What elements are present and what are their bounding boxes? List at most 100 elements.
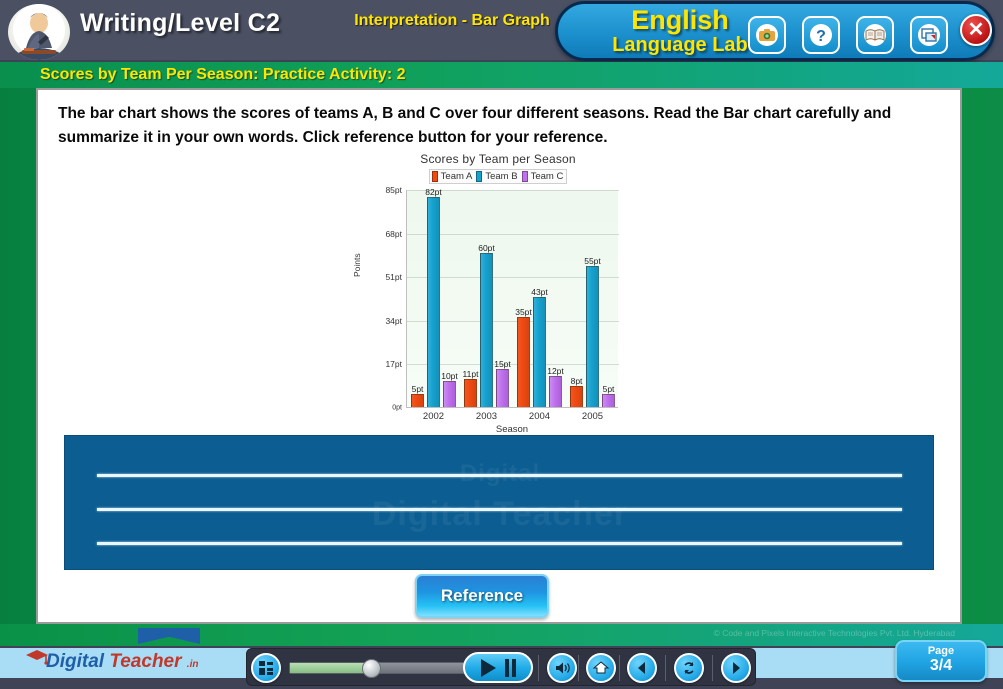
chart-bar-value: 35pt bbox=[515, 307, 532, 318]
play-pause-button[interactable] bbox=[463, 652, 533, 683]
previous-button[interactable] bbox=[627, 653, 657, 683]
help-button[interactable]: ? bbox=[802, 16, 840, 54]
chart-legend-item: Team B bbox=[476, 171, 518, 182]
toolbar-divider bbox=[538, 655, 539, 681]
chart-bar: 11pt bbox=[463, 369, 478, 407]
print-button[interactable] bbox=[910, 16, 948, 54]
chart-x-tick: 2004 bbox=[528, 411, 551, 422]
progress-fill bbox=[290, 663, 370, 673]
brand-pod: English Language Lab ? ✕ bbox=[555, 1, 995, 61]
answer-line-3[interactable] bbox=[97, 542, 902, 545]
top-header: Writing/Level C2 Interpretation - Bar Gr… bbox=[0, 0, 1003, 62]
chart-bar-value: 43pt bbox=[531, 286, 548, 297]
close-button[interactable]: ✕ bbox=[960, 14, 992, 46]
svg-text:?: ? bbox=[816, 28, 826, 45]
chart-y-tick: 0pt bbox=[392, 404, 402, 412]
activity-bar: Scores by Team Per Season: Practice Acti… bbox=[0, 62, 1003, 88]
digital-teacher-logo: Digital Teacher .in bbox=[26, 640, 222, 680]
volume-button[interactable] bbox=[547, 653, 577, 683]
chart-bar-value: 10pt bbox=[441, 371, 458, 382]
toolbar-divider bbox=[712, 655, 713, 681]
chart-bar: 35pt bbox=[515, 307, 532, 407]
menu-button[interactable] bbox=[251, 653, 281, 683]
dictionary-button[interactable] bbox=[856, 16, 894, 54]
menu-icon bbox=[259, 661, 273, 675]
volume-icon bbox=[556, 662, 570, 674]
chart-title: Scores by Team per Season bbox=[420, 152, 576, 166]
reference-button[interactable]: Reference bbox=[415, 574, 549, 618]
chart-y-tick: 68pt bbox=[385, 228, 402, 239]
camera-button[interactable] bbox=[748, 16, 786, 54]
chart-legend-label: Team C bbox=[530, 171, 564, 182]
logo-word-digital: Digital bbox=[46, 651, 105, 672]
chart-x-axis-label: Season bbox=[495, 424, 529, 435]
chart-bar-value: 5pt bbox=[411, 384, 424, 395]
chart-bar: 8pt bbox=[570, 376, 583, 407]
instruction-text: The bar chart shows the scores of teams … bbox=[58, 105, 892, 146]
chart-legend: Team A Team B Team C bbox=[338, 169, 658, 184]
page-label: Page bbox=[927, 645, 955, 657]
chart-bar-group: 5pt 82pt 10pt bbox=[407, 187, 460, 407]
chart-y-tick: 34pt bbox=[385, 315, 402, 326]
logo-text: Digital Teacher .in bbox=[46, 651, 198, 673]
chart-legend-label: Team B bbox=[485, 171, 518, 182]
chart-x-tick: 2005 bbox=[581, 411, 604, 422]
toolbar-divider bbox=[665, 655, 666, 681]
previous-icon bbox=[638, 662, 645, 674]
chart-bar-value: 5pt bbox=[602, 384, 615, 395]
chart-legend-label: Team A bbox=[440, 171, 473, 182]
student-avatar bbox=[8, 4, 70, 60]
replay-icon bbox=[684, 662, 694, 674]
chart-x-tick: 2003 bbox=[475, 411, 498, 422]
chart-bar-value: 60pt bbox=[478, 243, 495, 254]
chart-bar-value: 11pt bbox=[462, 368, 479, 379]
chart-legend-swatch bbox=[521, 171, 528, 182]
play-icon bbox=[480, 658, 496, 677]
course-title: Writing/Level C2 bbox=[80, 9, 281, 37]
chart-bar: 12pt bbox=[547, 366, 564, 407]
home-button[interactable] bbox=[586, 653, 616, 683]
chart-legend-swatch bbox=[431, 171, 438, 182]
chart-y-tick: 51pt bbox=[385, 272, 402, 283]
toolbar-divider bbox=[578, 655, 579, 681]
answer-line-1[interactable] bbox=[97, 474, 902, 477]
chart-bar: 60pt bbox=[478, 243, 495, 407]
help-icon: ? bbox=[810, 24, 832, 46]
page-number: 3/4 bbox=[929, 657, 953, 674]
logo-word-teacher: Teacher bbox=[109, 651, 182, 672]
pause-icon bbox=[504, 658, 516, 677]
chart-bar: 5pt bbox=[602, 384, 615, 407]
book-icon bbox=[864, 24, 886, 46]
chart-bar: 43pt bbox=[531, 287, 548, 407]
camera-icon bbox=[756, 24, 778, 46]
replay-button[interactable] bbox=[674, 653, 704, 683]
chart-bar: 55pt bbox=[584, 256, 601, 407]
chart-bar-group: 8pt 55pt 5pt bbox=[566, 189, 619, 407]
media-player-toolbar bbox=[246, 648, 756, 686]
chart-legend-item: Team C bbox=[521, 171, 564, 182]
page-indicator: Page 3/4 bbox=[895, 640, 987, 682]
content-panel: The bar chart shows the scores of teams … bbox=[36, 88, 962, 624]
copyright-text: © Code and Pixels Interactive Technologi… bbox=[713, 628, 955, 638]
chart-y-axis-label: Points bbox=[352, 253, 362, 277]
answer-line-2[interactable] bbox=[97, 508, 902, 511]
logo-tld: .in bbox=[186, 659, 199, 670]
chart-bar: 5pt bbox=[411, 384, 424, 407]
chart-bar-group: 35pt 43pt 12pt bbox=[513, 189, 566, 407]
progress-knob[interactable] bbox=[362, 659, 381, 678]
chart-bar-value: 15pt bbox=[494, 358, 511, 369]
next-button[interactable] bbox=[721, 653, 751, 683]
chart-bar-value: 12pt bbox=[547, 366, 564, 377]
chart-y-tick: 17pt bbox=[385, 359, 402, 370]
chart-y-tick: 85pt bbox=[385, 185, 402, 195]
reference-button-label: Reference bbox=[440, 586, 524, 605]
print-icon bbox=[918, 24, 940, 46]
chart-bar: 82pt bbox=[425, 187, 442, 407]
topic-title: Interpretation - Bar Graph bbox=[354, 12, 550, 29]
chart-bar-value: 82pt bbox=[425, 186, 442, 197]
chart-x-tick: 2002 bbox=[422, 411, 445, 422]
watermark: Digital Digital Teacher bbox=[65, 454, 933, 534]
answer-input-area[interactable]: Digital Digital Teacher bbox=[64, 435, 934, 570]
chart-bar: 10pt bbox=[441, 371, 458, 407]
bar-chart: Scores by Team per Season Team A Team B Te… bbox=[338, 152, 658, 442]
